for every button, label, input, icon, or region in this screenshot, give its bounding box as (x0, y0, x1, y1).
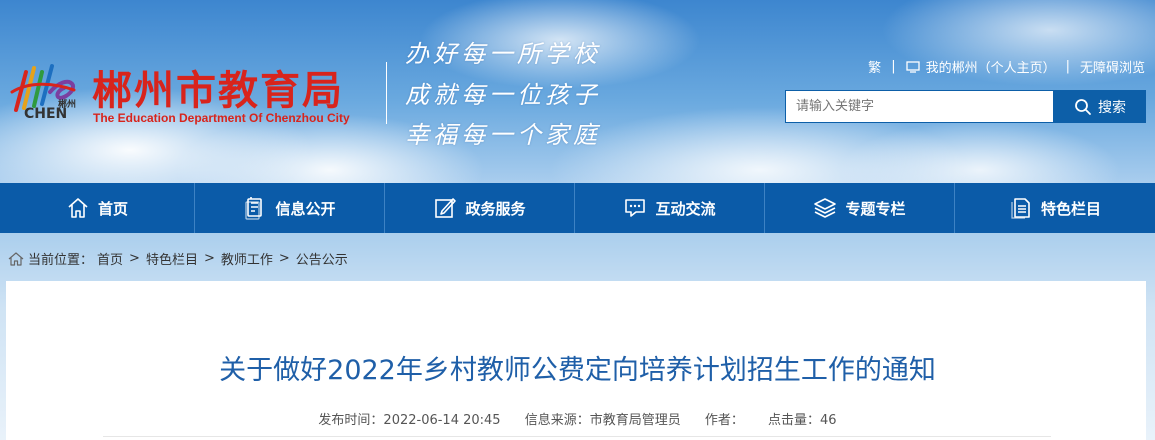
logo-chen-text: CHEN (24, 106, 68, 122)
top-links: 繁 | 我的郴州（个人主页） | 无障碍浏览 (868, 57, 1145, 76)
nav-item-gov-service[interactable]: 政务服务 (385, 183, 575, 233)
slogan-line-3: 幸福每一个家庭 (405, 121, 601, 149)
meta-divider (103, 436, 1051, 437)
main-nav: 首页 信息公开 政务服务 互动交流 专题专栏 特色栏目 (0, 183, 1155, 233)
accessible-browse-link[interactable]: 无障碍浏览 (1080, 57, 1145, 76)
my-chenzhou-link[interactable]: 我的郴州（个人主页） (926, 57, 1056, 76)
layers-icon (814, 198, 837, 218)
home-icon (68, 198, 88, 218)
nav-item-label: 特色栏目 (1040, 199, 1101, 218)
breadcrumb-item-announcement[interactable]: 公告公示 (296, 249, 348, 268)
edit-icon (435, 198, 457, 218)
monitor-icon (905, 60, 920, 73)
slogan-line-1: 办好每一所学校 (405, 40, 601, 68)
breadcrumb-item-teacher-work[interactable]: 教师工作 (221, 249, 273, 268)
nav-item-label: 政务服务 (465, 199, 526, 218)
breadcrumb: 当前位置： 首页 > 特色栏目 > 教师工作 > 公告公示 (8, 249, 348, 268)
info-source: 信息来源：市教育局管理员 (524, 413, 681, 428)
view-count: 点击量：46 (768, 413, 837, 428)
nav-item-home[interactable]: 首页 (0, 183, 195, 233)
search-input[interactable] (785, 90, 1054, 123)
article-title: 关于做好2022年乡村教师公费定向培养计划招生工作的通知 (219, 355, 936, 386)
breadcrumb-item-featured[interactable]: 特色栏目 (146, 249, 198, 268)
site-subtitle: The Education Department Of Chenzhou Cit… (93, 111, 350, 125)
separator: | (891, 59, 896, 74)
chat-icon (625, 199, 646, 217)
breadcrumb-prefix: 当前位置： (28, 253, 94, 268)
title-divider (386, 62, 387, 124)
breadcrumb-separator: > (203, 251, 215, 266)
nav-item-label: 专题专栏 (845, 199, 906, 218)
traditional-chinese-link[interactable]: 繁 (868, 57, 881, 76)
header-banner: 郴州 CHEN 郴州市教育局 The Education Department … (0, 0, 1155, 183)
article-meta: 发布时间：2022-06-14 20:45 信息来源：市教育局管理员 作者： 点… (0, 409, 1155, 428)
home-icon (8, 251, 24, 266)
nav-item-label: 信息公开 (275, 199, 336, 218)
separator: | (1065, 59, 1070, 74)
list-doc-icon (1011, 198, 1030, 219)
breadcrumb-separator: > (278, 251, 290, 266)
document-icon (245, 197, 263, 220)
nav-item-featured[interactable]: 特色栏目 (955, 183, 1155, 233)
search-button[interactable]: 搜索 (1054, 90, 1146, 123)
breadcrumb-item-home[interactable]: 首页 (97, 249, 123, 268)
publish-time: 发布时间：2022-06-14 20:45 (318, 413, 501, 428)
nav-item-interaction[interactable]: 互动交流 (575, 183, 765, 233)
nav-item-label: 互动交流 (655, 199, 716, 218)
nav-item-special-topic[interactable]: 专题专栏 (765, 183, 955, 233)
slogan-line-2: 成就每一位孩子 (405, 81, 601, 109)
site-title[interactable]: 郴州市教育局 (92, 58, 344, 116)
search-icon (1075, 98, 1091, 115)
search-button-label: 搜索 (1098, 99, 1126, 116)
nav-item-label: 首页 (97, 199, 128, 218)
nav-item-info-public[interactable]: 信息公开 (195, 183, 385, 233)
author: 作者： (704, 413, 744, 428)
breadcrumb-separator: > (129, 251, 140, 266)
